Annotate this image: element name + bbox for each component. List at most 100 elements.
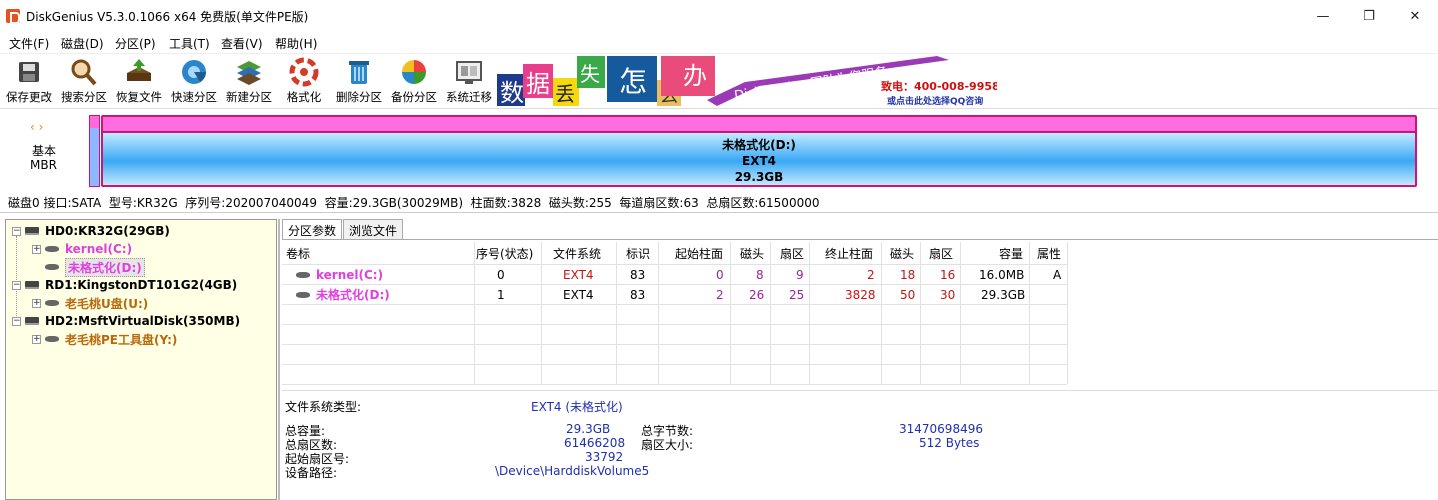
tree-partition-label: 未格式化(D:): [65, 257, 145, 277]
collapse-icon[interactable]: −: [12, 280, 21, 290]
backup-partition-button[interactable]: 备份分区: [387, 57, 441, 109]
sector-size-label: 扇区大小:: [641, 438, 694, 452]
partition-block-label: 未格式化(D:) EXT4 29.3GB: [103, 137, 1415, 185]
partition-icon: [45, 264, 59, 270]
usb-disk-icon: [25, 281, 39, 289]
col-header-capacity[interactable]: 容量: [999, 244, 1023, 264]
save-changes-button[interactable]: 保存更改: [2, 57, 56, 109]
ad-qq: 或点击此处选择QQ咨询: [887, 95, 983, 107]
ad-char-5: 怎: [619, 65, 647, 98]
col-header-start-head[interactable]: 磁头: [740, 244, 764, 264]
menu-help[interactable]: 帮助(H): [275, 35, 317, 52]
ad-char-2: 据: [526, 70, 550, 98]
system-migrate-button[interactable]: 系统迁移: [442, 57, 496, 109]
search-partition-button[interactable]: 搜索分区: [57, 57, 111, 109]
col-header-start-cyl[interactable]: 起始柱面: [675, 244, 723, 264]
col-header-attr[interactable]: 属性: [1037, 244, 1061, 264]
partition-details: 文件系统类型: EXT4 (未格式化) 总容量: 29.3GB 总字节数: 31…: [282, 390, 1438, 500]
disk-type-label: 基本: [32, 144, 57, 158]
row-attr: A: [1053, 268, 1062, 282]
tree-disk-rd1[interactable]: − RD1:KingstonDT101G2(4GB): [12, 276, 237, 294]
grid-line: [282, 324, 1067, 325]
partition-icon: [45, 336, 59, 342]
maximize-button[interactable]: ❐: [1346, 0, 1392, 32]
new-partition-button[interactable]: 新建分区: [222, 57, 276, 109]
ad-char-1: 数: [500, 79, 524, 107]
collapse-icon[interactable]: −: [12, 226, 21, 236]
collapse-icon[interactable]: −: [12, 316, 21, 326]
col-header-start-sector[interactable]: 扇区: [780, 244, 804, 264]
row-end-sector: 30: [940, 288, 956, 302]
partition-icon: [296, 272, 310, 278]
tree-disk-label: HD2:MsftVirtualDisk(350MB): [45, 314, 241, 328]
ad-banner[interactable]: 数 据 丢 失 怎 么 办 DiskGenius 团队为您服务 致电：400-0…: [497, 54, 997, 108]
col-header-label[interactable]: 卷标: [286, 244, 310, 264]
delete-partition-label: 删除分区: [336, 90, 382, 104]
menu-file[interactable]: 文件(F): [9, 35, 49, 52]
backup-partition-label: 备份分区: [391, 90, 437, 104]
format-button[interactable]: 格式化: [277, 57, 331, 109]
row-index: 0: [497, 268, 505, 282]
prev-disk-button[interactable]: ‹: [30, 120, 35, 134]
row-label: 未格式化(D:): [316, 288, 390, 302]
quick-partition-button[interactable]: 快速分区: [167, 57, 221, 109]
grid-line: [282, 364, 1067, 365]
disk-tree: − HD0:KR32G(29GB) + kernel(C:) 未格式化(D:) …: [5, 219, 277, 500]
row-end-cyl: 2: [867, 268, 875, 282]
recover-files-button[interactable]: 恢复文件: [112, 57, 166, 109]
tab-browse-files[interactable]: 浏览文件: [343, 219, 404, 239]
menu-bar: 文件(F) 磁盘(D) 分区(P) 工具(T) 查看(V) 帮助(H): [0, 33, 1438, 53]
row-start-sector: 25: [789, 288, 805, 302]
menu-view[interactable]: 查看(V): [221, 35, 263, 52]
disk-info-line: 磁盘0 接口:SATA 型号:KR32G 序列号:202007040049 容量…: [8, 196, 820, 210]
menu-tools[interactable]: 工具(T): [169, 35, 210, 52]
expand-icon[interactable]: +: [32, 334, 41, 344]
new-partition-icon: [233, 57, 265, 87]
table-row[interactable]: 未格式化(D:): [296, 285, 390, 305]
col-header-end-head[interactable]: 磁头: [890, 244, 914, 264]
tab-partition-params[interactable]: 分区参数: [282, 219, 343, 240]
tree-partition-kernel[interactable]: + kernel(C:): [32, 240, 132, 258]
delete-icon: [343, 57, 375, 87]
tree-partition-unformatted[interactable]: 未格式化(D:): [45, 257, 145, 277]
tree-disk-label: RD1:KingstonDT101G2(4GB): [45, 278, 238, 292]
col-header-id[interactable]: 标识: [626, 244, 650, 264]
total-capacity-value: 29.3GB: [566, 422, 611, 436]
tree-disk-hd0[interactable]: − HD0:KR32G(29GB): [12, 222, 170, 240]
col-header-end-sector[interactable]: 扇区: [929, 244, 953, 264]
col-header-fs[interactable]: 文件系统: [553, 244, 601, 264]
tree-partition-y[interactable]: + 老毛桃PE工具盘(Y:): [32, 330, 177, 348]
expand-icon[interactable]: +: [32, 244, 41, 254]
menu-partition[interactable]: 分区(P): [115, 35, 156, 52]
search-partition-label: 搜索分区: [61, 90, 107, 104]
new-partition-label: 新建分区: [226, 90, 272, 104]
recover-files-label: 恢复文件: [116, 90, 162, 104]
minimize-button[interactable]: —: [1300, 0, 1346, 32]
row-start-head: 8: [756, 268, 764, 282]
expand-icon[interactable]: +: [32, 298, 41, 308]
recover-icon: [123, 57, 155, 87]
partition-icon: [45, 246, 59, 252]
table-row[interactable]: kernel(C:): [296, 265, 383, 285]
col-header-end-cyl[interactable]: 终止柱面: [825, 244, 873, 264]
toolbar: 保存更改 搜索分区 恢复文件 快速分区 新建分区 格式化 删除分区 备份分区 系…: [0, 53, 1438, 109]
title-bar: DiskGenius V5.3.0.1066 x64 免费版(单文件PE版) —…: [0, 0, 1438, 32]
menu-disk[interactable]: 磁盘(D): [61, 35, 104, 52]
tree-partition-u[interactable]: + 老毛桃U盘(U:): [32, 294, 148, 312]
ad-char-3: 丢: [555, 82, 575, 106]
migrate-icon: [453, 57, 485, 87]
row-start-sector: 9: [796, 268, 804, 282]
col-header-index[interactable]: 序号(状态): [476, 244, 533, 264]
partition-header-strip: [103, 117, 1415, 133]
kernel-partition-block[interactable]: [89, 115, 100, 187]
app-logo-icon: [6, 9, 20, 24]
row-end-sector: 16: [940, 268, 956, 282]
close-button[interactable]: ✕: [1392, 0, 1438, 32]
tree-disk-hd2[interactable]: − HD2:MsftVirtualDisk(350MB): [12, 312, 240, 330]
unformatted-partition-block[interactable]: 未格式化(D:) EXT4 29.3GB: [101, 115, 1417, 187]
panel-splitter[interactable]: [278, 219, 280, 500]
delete-partition-button[interactable]: 删除分区: [332, 57, 386, 109]
next-disk-button[interactable]: ›: [39, 120, 44, 134]
ad-phone: 致电：400-008-9958: [881, 79, 997, 93]
fs-type-value: EXT4 (未格式化): [531, 400, 623, 414]
